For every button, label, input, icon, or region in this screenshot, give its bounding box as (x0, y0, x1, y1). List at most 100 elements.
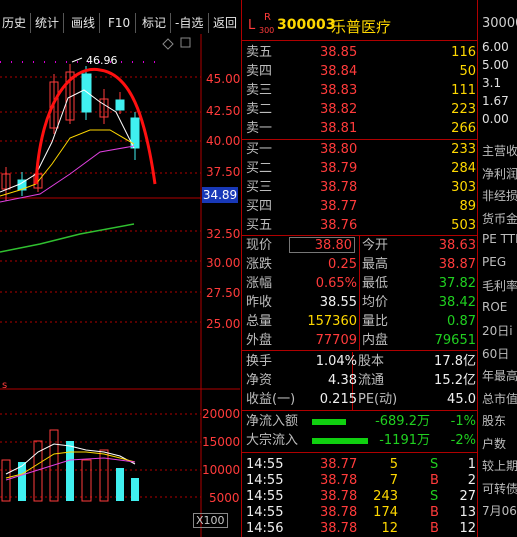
flow-value: -1191万 (379, 433, 430, 448)
fr-label: 60日 (482, 346, 510, 361)
stats-block: 现价 38.80 今开 38.63 涨跌 0.25 最高 38.87 涨幅 0.… (242, 236, 478, 350)
fr-label: 总市值 (482, 391, 517, 406)
back-button[interactable]: 返回 (211, 13, 241, 33)
quote-panel: L R 300 300003 乐普医疗 卖五 38.85 116 卖四 38.84 50 卖… (241, 0, 478, 537)
label-np: 内盘 (362, 333, 389, 348)
volume-marker: s (2, 380, 8, 391)
statistics-button[interactable]: 统计 (33, 13, 64, 33)
label-zf: 涨幅 (246, 276, 273, 291)
low-price: 37.82 (438, 276, 476, 291)
stock-header: L R 300 300003 乐普医疗 (242, 12, 478, 38)
badge-r: R (264, 12, 271, 23)
flow-label: 净流入额 (246, 414, 299, 429)
fr-label: 较上期 (482, 459, 517, 473)
ask-price: 38.82 (320, 102, 358, 117)
price-tick: 32.50 (206, 227, 241, 241)
label-lt: 流通 (358, 373, 385, 388)
price-tick: 42.50 (206, 104, 241, 118)
price-tick: 37.50 (206, 165, 241, 179)
ask-volume: 50 (459, 64, 476, 79)
float-shares: 15.2亿 (434, 373, 476, 388)
label-zs: 昨收 (246, 295, 273, 310)
fr-label: 非经损 (482, 189, 517, 203)
ma60-line (0, 223, 135, 253)
kline-chart[interactable]: 45.00 42.50 40.00 37.50 32.50 30.00 27.5… (0, 34, 240, 537)
mark-button[interactable]: 标记 (140, 13, 171, 33)
price-tick: 27.50 (206, 286, 241, 300)
ask-price: 38.85 (320, 45, 358, 60)
label-wp: 外盘 (246, 333, 273, 348)
volume-unit: X100 (193, 513, 228, 528)
volume-ratio: 0.87 (447, 314, 476, 329)
bid-label: 买三 (246, 180, 273, 195)
fr-label: ROE (482, 299, 508, 314)
fr-label: 股东 (482, 414, 507, 428)
volume-tick: 15000 (202, 435, 241, 449)
history-button[interactable]: 历史 (0, 13, 31, 33)
tick-list[interactable]: 14:55 38.77 5 S 1 14:55 38.78 7 B 2 14:55 38.78 243 S… (242, 455, 478, 537)
flow-value: -689.2万 (375, 414, 430, 429)
bid-label: 买五 (246, 218, 273, 233)
label-sy: 收益(一) (246, 392, 296, 407)
eps: 0.215 (319, 392, 357, 407)
draw-line-button[interactable]: 画线 (69, 13, 100, 33)
label-zd: 涨跌 (246, 257, 273, 272)
bid-price: 38.78 (320, 180, 358, 195)
volume-tick: 10000 (202, 463, 241, 477)
net-assets: 4.38 (328, 373, 357, 388)
current-price: 38.80 (289, 237, 355, 253)
tick-time: 14:56 (246, 521, 284, 536)
ask-label: 卖五 (246, 45, 273, 60)
pe-ratio: 45.0 (447, 392, 476, 407)
total-shares: 17.8亿 (434, 354, 476, 369)
add-watchlist-button[interactable]: -自选 (173, 13, 209, 33)
label-zg: 最高 (362, 257, 389, 272)
fr-label: 净利润 (482, 166, 517, 181)
bid-price: 38.79 (320, 161, 358, 176)
fr-label: 户数 (482, 436, 507, 451)
tick-volume: 12 (381, 521, 398, 536)
volume-tick: 5000 (209, 491, 240, 505)
fr-value: 1.67 (482, 94, 509, 108)
peak-label: 46.96 (86, 54, 118, 67)
label-jj: 均价 (362, 295, 389, 310)
fr-value: 3.1 (482, 76, 502, 90)
label-jk: 今开 (362, 238, 389, 253)
label-zl: 总量 (246, 314, 273, 329)
current-price-tag: 34.89 (202, 187, 238, 203)
label-gb: 股本 (358, 354, 385, 369)
toolbar: 历史 统计 画线 F10 标记 -自选 返回 (0, 0, 240, 34)
ask-label: 卖四 (246, 64, 273, 79)
bid-volume: 89 (459, 199, 476, 214)
bid-label: 买四 (246, 199, 273, 214)
turnover: 1.04% (315, 354, 357, 369)
f10-button[interactable]: F10 (106, 13, 136, 33)
label-zdi: 最低 (362, 276, 389, 291)
ask-volume: 223 (451, 102, 476, 117)
fr-code: 30000 (482, 16, 517, 31)
stock-name[interactable]: 乐普医疗 (331, 16, 391, 37)
inner-volume: 79651 (434, 333, 476, 348)
label-pe: PE(动) (358, 392, 398, 407)
bid-volume: 233 (451, 142, 476, 157)
price-tick: 30.00 (206, 256, 241, 270)
bid-volume: 503 (451, 218, 476, 233)
volume-tick: 20000 (202, 407, 241, 421)
ask-price: 38.83 (320, 83, 358, 98)
fundamentals-block: 换手 1.04% 股本 17.8亿 净资 4.38 流通 15.2亿 收益(一)… (242, 352, 478, 410)
price-axis: 45.00 42.50 40.00 37.50 32.50 30.00 27.5… (202, 34, 240, 334)
fr-value: 6.00 (482, 40, 509, 54)
outer-volume: 77709 (315, 333, 357, 348)
bid-price: 38.80 (320, 142, 358, 157)
fr-label: 7月06 (482, 504, 517, 518)
bid-volume: 303 (451, 180, 476, 195)
flow-pct: -1% (450, 414, 476, 429)
fr-label: 毛利率 (482, 279, 517, 293)
bid-levels: 买一 38.80 233 买二 38.79 284 买三 38.78 303 买四 38.77 89 买… (242, 140, 478, 236)
badge-300: 300 (259, 26, 275, 35)
fr-value: 0.00 (482, 112, 509, 126)
ask-volume: 116 (451, 45, 476, 60)
open-price: 38.63 (438, 238, 476, 253)
price-tick: 40.00 (206, 134, 241, 148)
bid-label: 买二 (246, 161, 273, 176)
